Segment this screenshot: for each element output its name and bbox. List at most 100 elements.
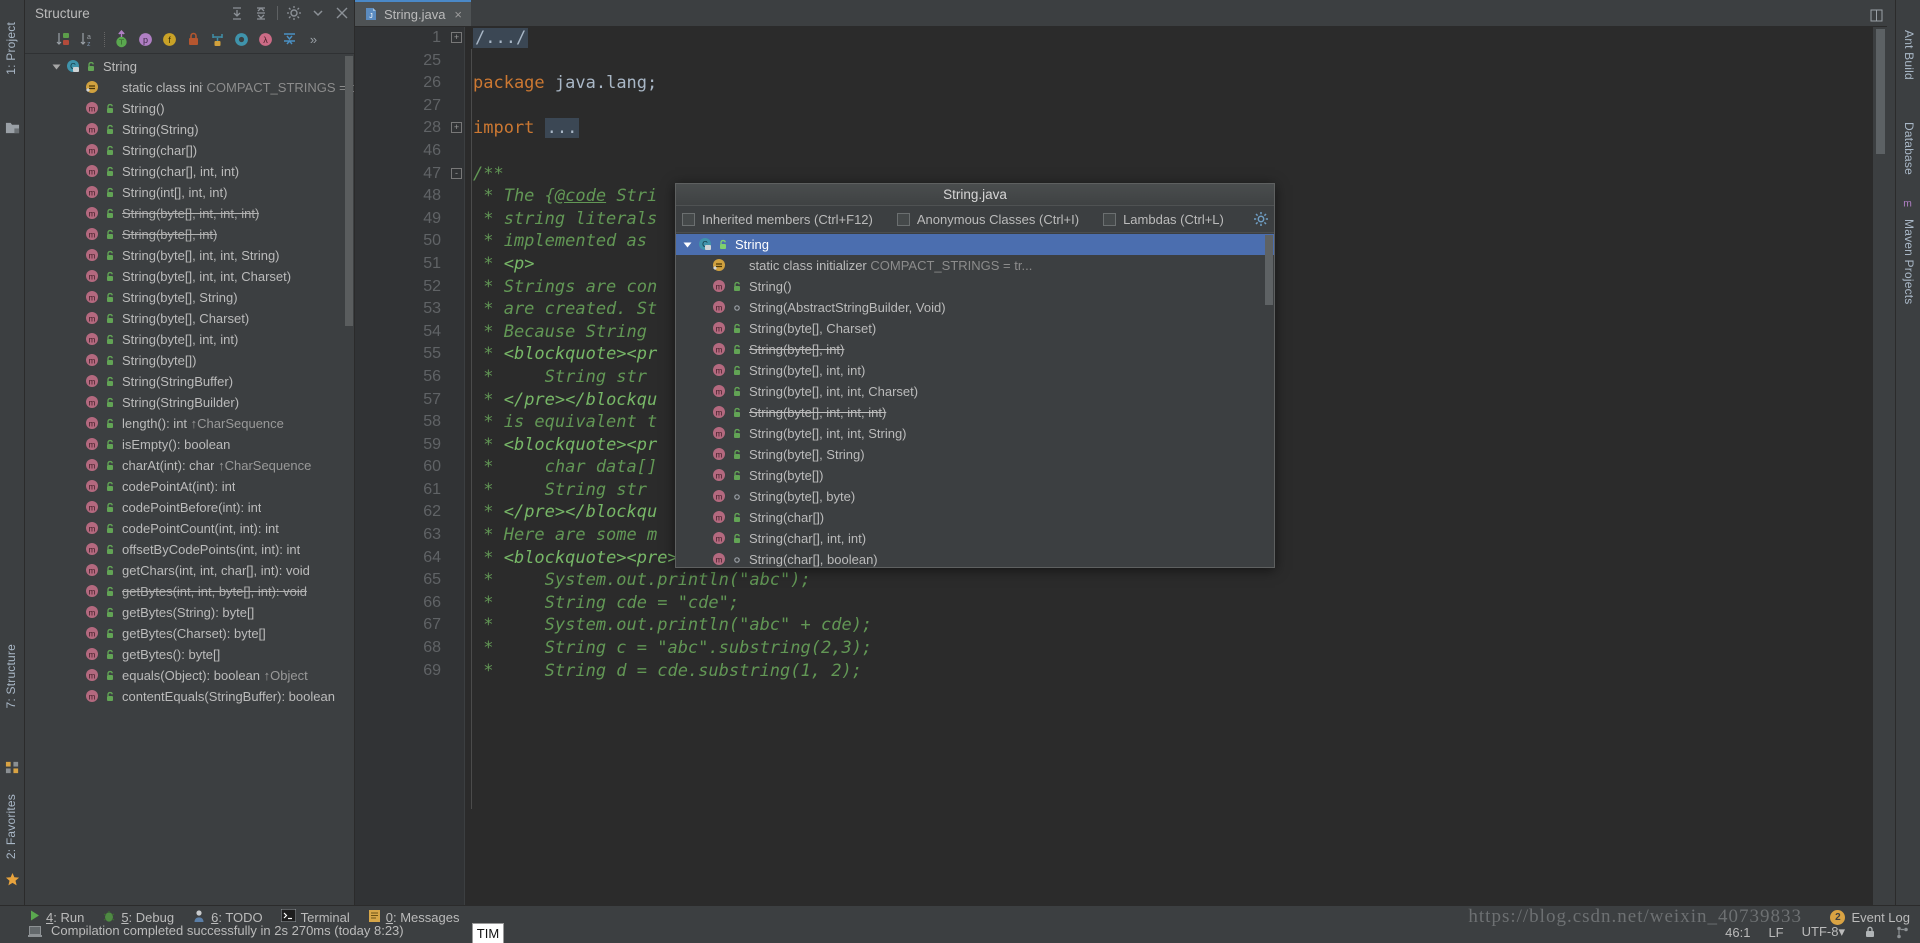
- popup-member-row[interactable]: m String(AbstractStringBuilder, Void): [676, 297, 1274, 318]
- structure-tree-item[interactable]: m codePointAt(int): int: [25, 476, 354, 497]
- autoscroll-to-source-icon[interactable]: [279, 29, 300, 50]
- popup-member-row[interactable]: static class initializer COMPACT_STRINGS…: [676, 255, 1274, 276]
- code-line[interactable]: 46: [355, 140, 1887, 163]
- rail-button-ant-build[interactable]: Ant Build: [1897, 26, 1920, 84]
- checkbox-inherited-members[interactable]: Inherited members (Ctrl+F12): [682, 212, 873, 227]
- code-line[interactable]: 1 + /.../: [355, 27, 1887, 50]
- checkbox-lambdas[interactable]: Lambdas (Ctrl+L): [1103, 212, 1224, 227]
- structure-tree-item[interactable]: m String(byte[], int, int, Charset): [25, 266, 354, 287]
- code-line[interactable]: 28 + import ...: [355, 117, 1887, 140]
- editor-scrollbar[interactable]: [1873, 27, 1887, 905]
- checkbox-box[interactable]: [1103, 212, 1117, 226]
- file-structure-popup[interactable]: String.java Inherited members (Ctrl+F12)…: [675, 183, 1275, 568]
- structure-tree-item[interactable]: m String(StringBuffer): [25, 371, 354, 392]
- line-separator[interactable]: LF: [1768, 925, 1783, 940]
- popup-member-row[interactable]: m String(byte[], byte): [676, 486, 1274, 507]
- structure-tree-item[interactable]: m String(byte[], int, int): [25, 329, 354, 350]
- code-line[interactable]: 27: [355, 95, 1887, 118]
- structure-tree-item[interactable]: m isEmpty(): boolean: [25, 434, 354, 455]
- structure-tree-item[interactable]: m getBytes(Charset): byte[]: [25, 623, 354, 644]
- popup-member-row[interactable]: m String(char[], int, int): [676, 528, 1274, 549]
- structure-tree-item[interactable]: m String(int[], int, int): [25, 182, 354, 203]
- popup-member-row[interactable]: m String(byte[], String): [676, 444, 1274, 465]
- code-line[interactable]: 65 * System.out.println("abc");: [355, 569, 1887, 592]
- popup-member-row[interactable]: m String(byte[]): [676, 465, 1274, 486]
- collapse-triangle-icon[interactable]: [682, 239, 693, 250]
- structure-tree-item[interactable]: m codePointBefore(int): int: [25, 497, 354, 518]
- chevron-down-icon[interactable]: [310, 5, 326, 21]
- fold-toggle-icon[interactable]: +: [451, 122, 462, 134]
- structure-tree-item[interactable]: m String(char[], int, int): [25, 161, 354, 182]
- rail-button-favorites[interactable]: 2: Favorites: [0, 790, 23, 863]
- popup-member-row[interactable]: m String(char[], boolean): [676, 549, 1274, 567]
- close-icon[interactable]: ×: [454, 7, 462, 22]
- show-anonymous-classes-icon[interactable]: [231, 29, 252, 50]
- sort-by-visibility-icon[interactable]: [53, 29, 74, 50]
- show-lambdas-icon[interactable]: λ: [255, 29, 276, 50]
- structure-tree-item[interactable]: m contentEquals(StringBuffer): boolean: [25, 686, 354, 707]
- expand-all-icon[interactable]: [229, 5, 245, 21]
- structure-tree-item[interactable]: m offsetByCodePoints(int, int): int: [25, 539, 354, 560]
- structure-tree-item[interactable]: m String(byte[]): [25, 350, 354, 371]
- structure-tree-item[interactable]: m String(byte[], int): [25, 224, 354, 245]
- structure-tree-item[interactable]: m getBytes(): byte[]: [25, 644, 354, 665]
- popup-member-list[interactable]: C String static class initializer COMPAC…: [676, 233, 1274, 567]
- popup-member-row[interactable]: m String(byte[], int, int): [676, 360, 1274, 381]
- checkbox-box[interactable]: [682, 212, 695, 226]
- popup-member-row[interactable]: m String(byte[], int): [676, 339, 1274, 360]
- file-encoding[interactable]: UTF-8▾: [1802, 924, 1845, 940]
- fold-toggle-icon[interactable]: +: [451, 32, 462, 43]
- structure-tree-item[interactable]: m getBytes(String): byte[]: [25, 602, 354, 623]
- caret-position[interactable]: 46:1: [1725, 925, 1750, 940]
- popup-member-row[interactable]: m String(): [676, 276, 1274, 297]
- editor-scrollbar-thumb[interactable]: [1876, 29, 1885, 154]
- structure-tree-item[interactable]: m getChars(int, int, char[], int): void: [25, 560, 354, 581]
- git-branch-icon[interactable]: [1895, 925, 1910, 940]
- more-actions-icon[interactable]: »: [303, 29, 324, 50]
- checkbox-box[interactable]: [896, 212, 910, 226]
- show-properties-icon[interactable]: p: [135, 29, 156, 50]
- show-inherited-members-icon[interactable]: ⊤: [111, 29, 132, 50]
- code-line[interactable]: 47-/**: [355, 163, 1887, 186]
- show-non-public-icon[interactable]: [183, 29, 204, 50]
- structure-tree-item[interactable]: m String(char[]): [25, 140, 354, 161]
- rail-button-structure[interactable]: 7: Structure: [0, 640, 23, 712]
- structure-tree-item[interactable]: static class initializer COMPACT_STRINGS…: [25, 77, 354, 98]
- rail-button-project[interactable]: 1: Project: [0, 18, 23, 79]
- popup-member-row[interactable]: m String(char[]): [676, 507, 1274, 528]
- structure-tree-item[interactable]: m String(): [25, 98, 354, 119]
- structure-scrollbar[interactable]: [345, 56, 353, 326]
- structure-tree-item[interactable]: m String(StringBuilder): [25, 392, 354, 413]
- code-line[interactable]: 67 * System.out.println("abc" + cde);: [355, 614, 1887, 637]
- popup-scrollbar[interactable]: [1265, 235, 1273, 305]
- rail-button-database[interactable]: Database: [1897, 118, 1920, 179]
- settings-gear-icon[interactable]: [286, 5, 302, 21]
- collapse-all-icon[interactable]: [253, 5, 269, 21]
- code-line[interactable]: 68 * String c = "abc".substring(2,3);: [355, 637, 1887, 660]
- hide-window-icon[interactable]: [334, 5, 350, 21]
- popup-member-row[interactable]: m String(byte[], int, int, int): [676, 402, 1274, 423]
- structure-tree-root[interactable]: C String: [25, 56, 354, 77]
- structure-tree-item[interactable]: m String(byte[], Charset): [25, 308, 354, 329]
- popup-member-row[interactable]: m String(byte[], int, int, Charset): [676, 381, 1274, 402]
- structure-tree-item[interactable]: m String(byte[], String): [25, 287, 354, 308]
- code-line[interactable]: 69 * String d = cde.substring(1, 2);: [355, 660, 1887, 683]
- popup-row-root[interactable]: C String: [676, 234, 1274, 255]
- lock-icon[interactable]: [1863, 925, 1877, 939]
- code-line[interactable]: 25: [355, 50, 1887, 73]
- show-fields-icon[interactable]: f: [159, 29, 180, 50]
- code-line[interactable]: 66 * String cde = "cde";: [355, 592, 1887, 615]
- structure-tree-item[interactable]: m equals(Object): boolean ↑Object: [25, 665, 354, 686]
- structure-tree-item[interactable]: m String(byte[], int, int, int): [25, 203, 354, 224]
- structure-tree-item[interactable]: m length(): int ↑CharSequence: [25, 413, 354, 434]
- structure-tree[interactable]: C String static class initializer COMPAC…: [25, 54, 354, 905]
- fold-toggle-icon[interactable]: -: [451, 167, 462, 179]
- code-line[interactable]: 26 package java.lang;: [355, 72, 1887, 95]
- structure-tree-item[interactable]: m codePointCount(int, int): int: [25, 518, 354, 539]
- editor-tab-string-java[interactable]: J String.java ×: [355, 0, 472, 26]
- settings-gear-icon[interactable]: [1253, 211, 1269, 227]
- checkbox-anonymous-classes[interactable]: Anonymous Classes (Ctrl+I): [896, 212, 1079, 227]
- structure-tree-item[interactable]: m String(String): [25, 119, 354, 140]
- popup-member-row[interactable]: m String(byte[], Charset): [676, 318, 1274, 339]
- status-message-area[interactable]: Compilation completed successfully in 2s…: [28, 923, 404, 938]
